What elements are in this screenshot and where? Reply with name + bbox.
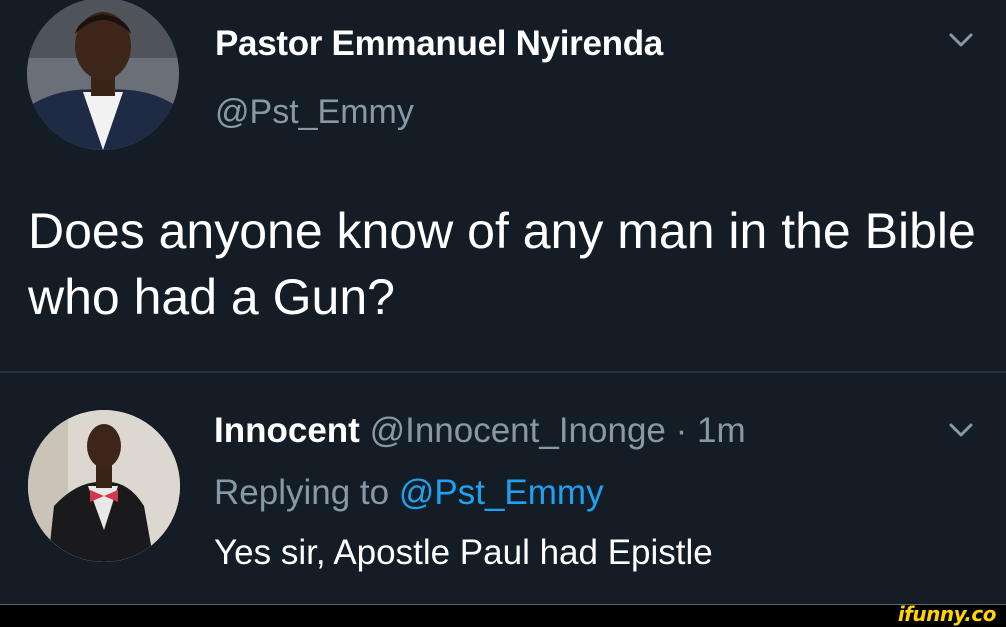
reply-text: Yes sir, Apostle Paul had Epistle [214,533,713,572]
replying-to-label: Replying to [214,473,390,512]
watermark-bar [0,604,1006,627]
chevron-down-icon[interactable] [948,30,974,50]
chevron-down-icon[interactable] [948,420,974,440]
reply-display-name[interactable]: Innocent [214,411,360,450]
profile-photo-icon [27,0,179,150]
profile-photo-icon [28,410,180,562]
avatar[interactable] [27,0,179,150]
replying-to: Replying to @Pst_Emmy [214,473,604,513]
display-name[interactable]: Pastor Emmanuel Nyirenda [215,24,663,64]
reply-handle-time[interactable]: @Innocent_Inonge · 1m [370,411,746,450]
user-handle[interactable]: @Pst_Emmy [215,93,414,132]
watermark-logo: ifunny.co [897,602,997,626]
main-tweet: Pastor Emmanuel Nyirenda @Pst_Emmy Does … [0,0,1006,370]
reply-avatar[interactable] [28,410,180,562]
reply-header: Innocent @Innocent_Inonge · 1m [214,411,746,451]
mention-link[interactable]: @Pst_Emmy [399,473,604,512]
divider [0,371,1006,373]
tweet-text: Does anyone know of any man in the Bible… [28,203,976,325]
